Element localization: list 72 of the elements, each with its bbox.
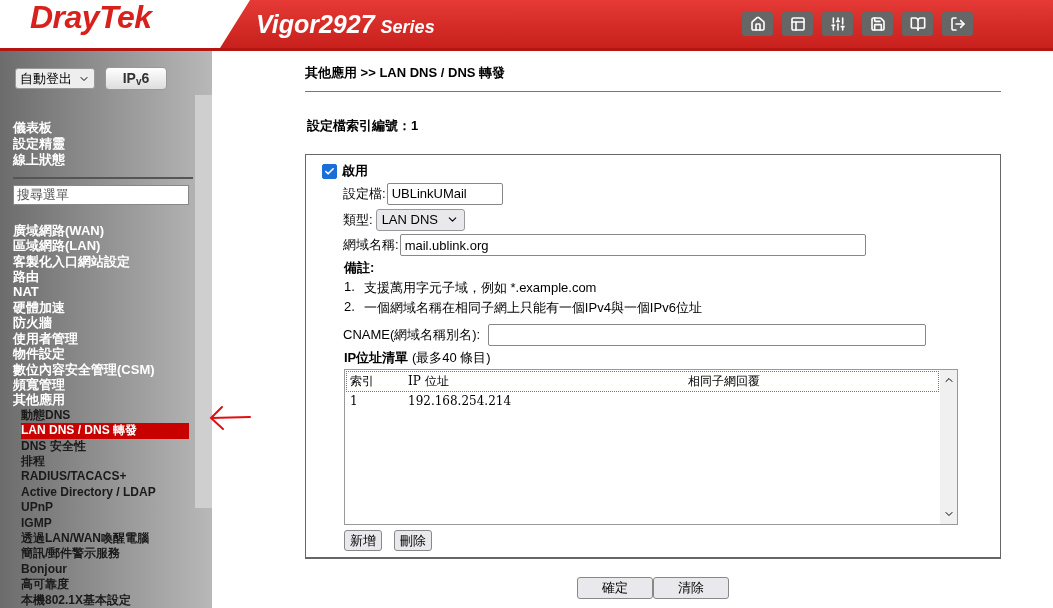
add-button[interactable]: 新增 [344, 530, 382, 551]
submenu-item[interactable]: 排程 [21, 453, 189, 470]
model-name: Vigor2927 [256, 10, 375, 39]
submenu-item[interactable]: 簡訊/郵件警示服務 [21, 546, 189, 562]
menu-item[interactable]: 廣域網路(WAN) [13, 222, 104, 239]
submenu-item[interactable]: IGMP [21, 515, 189, 531]
layout-icon[interactable] [782, 12, 813, 36]
ip-list-title: IP位址清單 (最多40 條目) [344, 348, 492, 367]
save-icon[interactable] [862, 12, 893, 36]
submenu-item[interactable]: 高可靠度 [21, 577, 189, 593]
note-text: 支援萬用字元子域，例如 *.example.com [363, 279, 597, 298]
submenu-item[interactable]: 本機802.1X基本設定 [21, 592, 189, 608]
profile-field[interactable]: UBLinkUMail [386, 182, 503, 205]
menu-item[interactable]: 客製化入口網站設定 [13, 253, 130, 270]
type-select[interactable]: LAN DNS [375, 208, 465, 231]
ipv6-button[interactable]: IP$_{v}$6 [105, 67, 167, 90]
note-text: 一個網域名稱在相同子網上只能有一個IPv4與一個IPv6位址 [363, 299, 702, 318]
profile-label: 設定檔: [343, 184, 386, 203]
submenu-item[interactable]: DNS 安全性 [21, 438, 189, 454]
submenu-item[interactable]: LAN DNS / DNS 轉發 [21, 423, 189, 439]
table-cell-text: 1 [350, 393, 359, 408]
submenu-item[interactable]: 透過LAN/WAN喚醒電腦 [21, 530, 189, 547]
column-header: 索引 [350, 372, 375, 390]
menu-item[interactable]: 數位內容安全管理(CSM) [13, 361, 155, 377]
enable-label: 啟用 [342, 162, 368, 180]
submenu-item[interactable]: UPnP [21, 500, 189, 516]
menu-item[interactable]: 其他應用 [13, 392, 65, 408]
arrow-icon [208, 405, 252, 431]
menu-item[interactable]: 頻寬管理 [13, 376, 65, 393]
ip-listbox[interactable]: 索引 IP 位址 相同子網回覆 1 192.168.254.214 [344, 368, 958, 525]
menu-item[interactable]: 路由 [13, 269, 39, 285]
sliders-icon[interactable] [822, 12, 853, 36]
menu-item[interactable]: 線上狀態 [13, 152, 65, 168]
brand-logo: DrayTek [30, 0, 152, 34]
delete-button[interactable]: 刪除 [394, 530, 432, 551]
table-cell-text: 192.168.254.214 [408, 393, 513, 408]
enable-checkbox[interactable] [322, 163, 337, 179]
clear-button[interactable]: 清除 [653, 577, 729, 599]
menu-item[interactable]: 物件設定 [13, 346, 65, 362]
note-number: 1. [344, 279, 355, 297]
logout-select[interactable]: 自動登出 [15, 68, 95, 89]
search-field[interactable]: 搜尋選單 [13, 184, 189, 205]
note-number: 2. [344, 299, 355, 317]
notes-title: 備註: [344, 259, 376, 278]
ok-button[interactable]: 確定 [577, 577, 653, 599]
cname-field[interactable] [488, 324, 927, 346]
submenu-item[interactable]: Active Directory / LDAP [21, 484, 189, 501]
domain-field[interactable]: mail.ublink.org [399, 234, 866, 257]
menu-item[interactable]: NAT [13, 284, 39, 300]
type-label: 類型: [343, 210, 373, 229]
domain-label: 網域名稱: [343, 236, 399, 255]
submenu-item[interactable]: Bonjour [21, 561, 189, 578]
submenu-item[interactable]: RADIUS/TACACS+ [21, 469, 189, 485]
menu-item[interactable]: 硬體加速 [13, 299, 65, 316]
profile-index: 設定檔索引編號：1 [307, 117, 420, 135]
menu-item[interactable]: 儀表板 [13, 120, 52, 136]
breadcrumb: 其他應用 >> LAN DNS / DNS 轉發 [305, 64, 1001, 92]
home-icon[interactable] [742, 12, 773, 36]
series-label: Series [380, 17, 435, 38]
menu-item[interactable]: 設定精靈 [13, 136, 65, 152]
column-header: 相同子網回覆 [688, 372, 761, 390]
book-icon[interactable] [902, 12, 933, 36]
submenu-item[interactable]: 動態DNS [21, 407, 189, 424]
logout-icon[interactable] [942, 12, 973, 36]
check-icon [324, 165, 335, 177]
menu-item[interactable]: 使用者管理 [13, 330, 78, 347]
scrollbar[interactable] [195, 95, 212, 508]
scrollbar[interactable] [940, 369, 957, 524]
menu-item[interactable]: 區域網路(LAN) [13, 238, 101, 254]
menu-item[interactable]: 防火牆 [13, 315, 52, 331]
cname-label: CNAME(網域名稱別名): [343, 326, 481, 344]
column-header: IP 位址 [408, 372, 450, 390]
